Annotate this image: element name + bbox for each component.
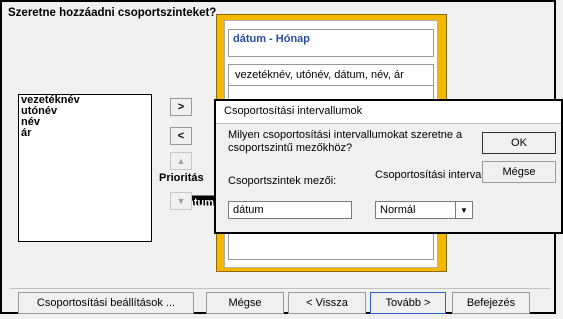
finish-button[interactable]: Befejezés <box>452 292 530 314</box>
detail-fields: vezetéknév, utónév, dátum, név, ár <box>229 65 433 86</box>
interval-select-value: Normál <box>380 204 416 216</box>
field-item[interactable]: ár <box>19 128 151 139</box>
grouping-intervals-dialog: Csoportosítási intervallumok Milyen csop… <box>214 99 563 234</box>
cancel-button[interactable]: Mégse <box>206 292 284 314</box>
dialog-title: Csoportosítási intervallumok <box>216 101 561 124</box>
priority-up-button[interactable]: ▲ <box>170 152 192 170</box>
ok-button[interactable]: OK <box>482 132 556 154</box>
group-header-preview: dátum - Hónap <box>228 29 434 57</box>
dialog-cancel-button[interactable]: Mégse <box>482 161 556 183</box>
wizard-question: Szeretne hozzáadni csoportszinteket? <box>8 7 217 19</box>
add-group-button[interactable]: > <box>170 98 192 116</box>
priority-label: Prioritás <box>159 172 204 184</box>
back-button[interactable]: < Vissza <box>288 292 366 314</box>
footer-divider <box>10 288 550 289</box>
field-list[interactable]: vezetéknév utónév dátum név ár <box>18 94 276 242</box>
field-item[interactable]: név <box>19 117 151 128</box>
interval-select[interactable]: Normál ▼ <box>375 201 473 219</box>
dialog-question: Milyen csoportosítási intervallumokat sz… <box>228 129 463 154</box>
priority-down-button[interactable]: ▼ <box>170 192 192 210</box>
group-fields-label: Csoportszintek mezői: <box>228 175 337 187</box>
remove-group-button[interactable]: < <box>170 127 192 145</box>
group-field-cell[interactable]: dátum <box>228 201 352 219</box>
grouping-options-button[interactable]: Csoportosítási beállítások ... <box>18 292 194 314</box>
next-button[interactable]: Tovább > <box>370 292 446 314</box>
chevron-down-icon[interactable]: ▼ <box>455 202 472 218</box>
